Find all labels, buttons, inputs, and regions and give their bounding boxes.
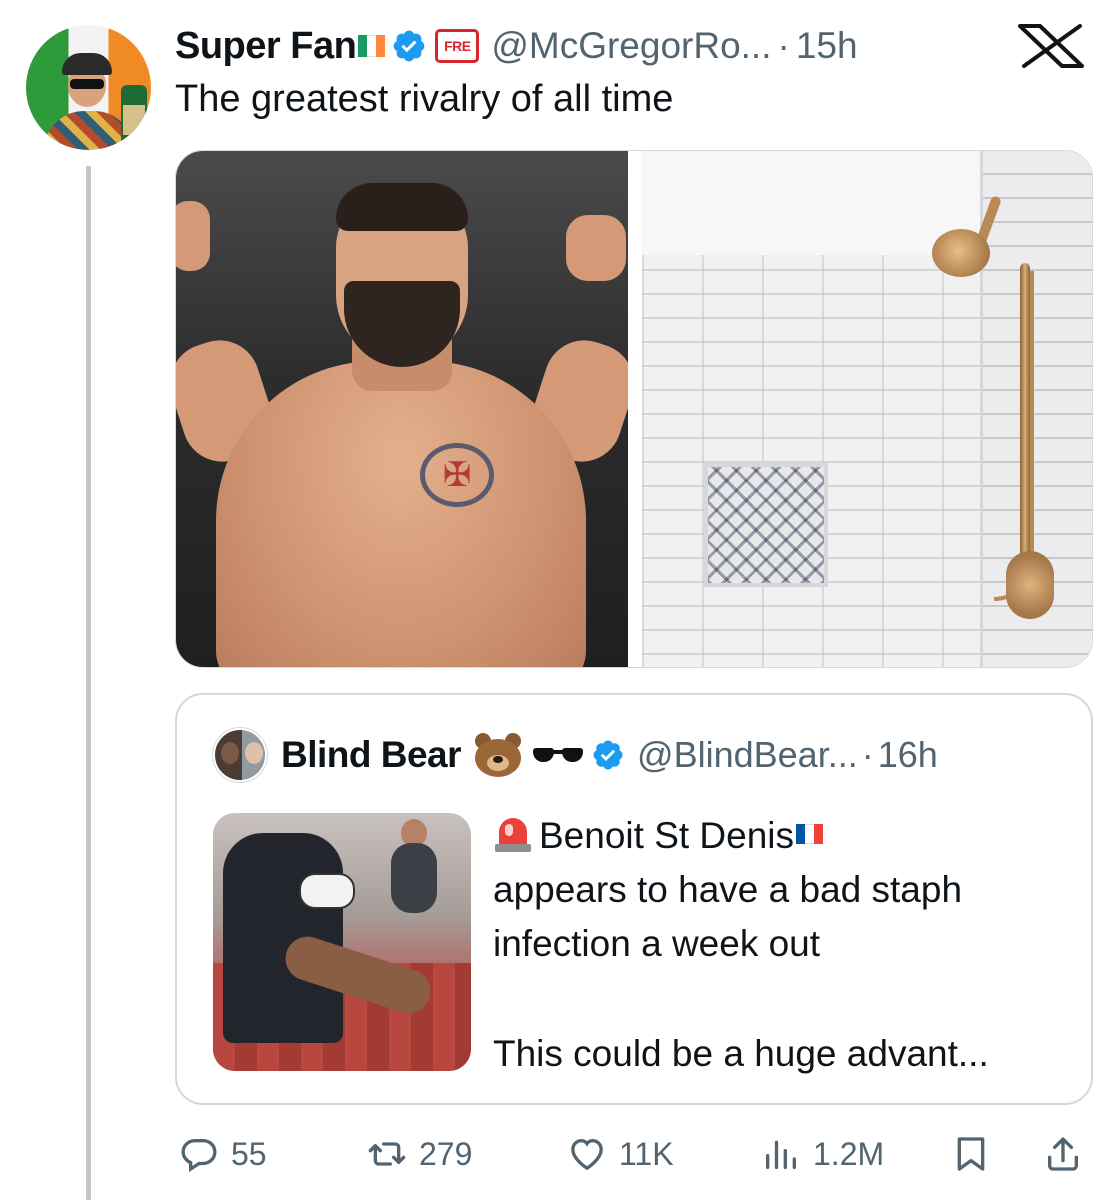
ireland-flag-icon — [358, 35, 386, 57]
quoted-display-name[interactable]: Blind Bear — [281, 734, 462, 776]
share-button[interactable] — [1043, 1132, 1083, 1176]
cross-tattoo-icon: ✠ — [420, 443, 494, 507]
action-bar: 55 279 11K 1.2M — [175, 1132, 1093, 1176]
bear-icon — [473, 733, 523, 777]
heart-icon — [571, 1138, 603, 1171]
bookmark-icon — [957, 1137, 985, 1171]
bookmark-button[interactable] — [951, 1132, 991, 1176]
quoted-text-line-1: Benoit St Denis — [539, 815, 795, 856]
like-count: 11K — [619, 1135, 674, 1172]
x-logo-icon — [1018, 24, 1084, 68]
quoted-timestamp[interactable]: 16h — [878, 734, 938, 776]
sunglasses-icon — [533, 744, 584, 766]
quoted-handle[interactable]: @BlindBear... — [637, 734, 858, 776]
timestamp[interactable]: 15h — [796, 25, 858, 67]
handle[interactable]: @McGregorRo... — [491, 25, 771, 67]
reply-count: 55 — [231, 1135, 267, 1172]
tweet-text: The greatest rivalry of all time — [175, 78, 674, 120]
verified-badge-icon — [593, 740, 623, 770]
repost-icon — [368, 1142, 406, 1166]
fighter-photo[interactable]: ✠ — [176, 151, 628, 667]
repost-count: 279 — [419, 1135, 473, 1172]
quoted-text: Benoit St Denis appears to have a bad st… — [493, 809, 1073, 1081]
reply-button[interactable]: 55 — [179, 1132, 267, 1176]
avatar[interactable] — [26, 25, 151, 150]
quoted-tweet[interactable]: Blind Bear @BlindBear... · 16h Benoit St… — [175, 693, 1093, 1105]
quoted-text-line-3: infection a week out — [493, 923, 821, 964]
separator-dot: · — [777, 25, 790, 66]
verified-badge-icon — [393, 30, 425, 62]
repost-button[interactable]: 279 — [367, 1132, 472, 1176]
tweet-media[interactable]: ✠ — [175, 150, 1093, 668]
quoted-text-line-4: This could be a huge advant... — [493, 1033, 989, 1074]
affiliate-badge[interactable]: FRE — [435, 29, 480, 63]
quoted-avatar[interactable] — [213, 728, 267, 782]
like-button[interactable]: 11K — [567, 1132, 674, 1176]
reply-icon — [181, 1139, 217, 1173]
quoted-text-line: Benoit St Denis — [493, 809, 1073, 863]
display-name[interactable]: Super Fan — [175, 25, 357, 68]
france-flag-icon — [796, 824, 824, 844]
quoted-media-thumbnail[interactable] — [213, 813, 471, 1071]
thread-line — [86, 166, 91, 1200]
analytics-icon — [766, 1140, 796, 1169]
tweet-header: Super Fan FRE @McGregorRo... · 15h — [175, 20, 858, 72]
siren-icon — [493, 814, 533, 854]
quoted-text-line-2: appears to have a bad staph — [493, 869, 963, 910]
views-button[interactable]: 1.2M — [761, 1132, 884, 1176]
view-count: 1.2M — [813, 1135, 885, 1172]
separator-dot: · — [861, 734, 874, 775]
shower-photo[interactable] — [642, 151, 1092, 667]
quoted-header: Blind Bear @BlindBear... · 16h — [213, 728, 938, 782]
share-icon — [1048, 1137, 1078, 1171]
